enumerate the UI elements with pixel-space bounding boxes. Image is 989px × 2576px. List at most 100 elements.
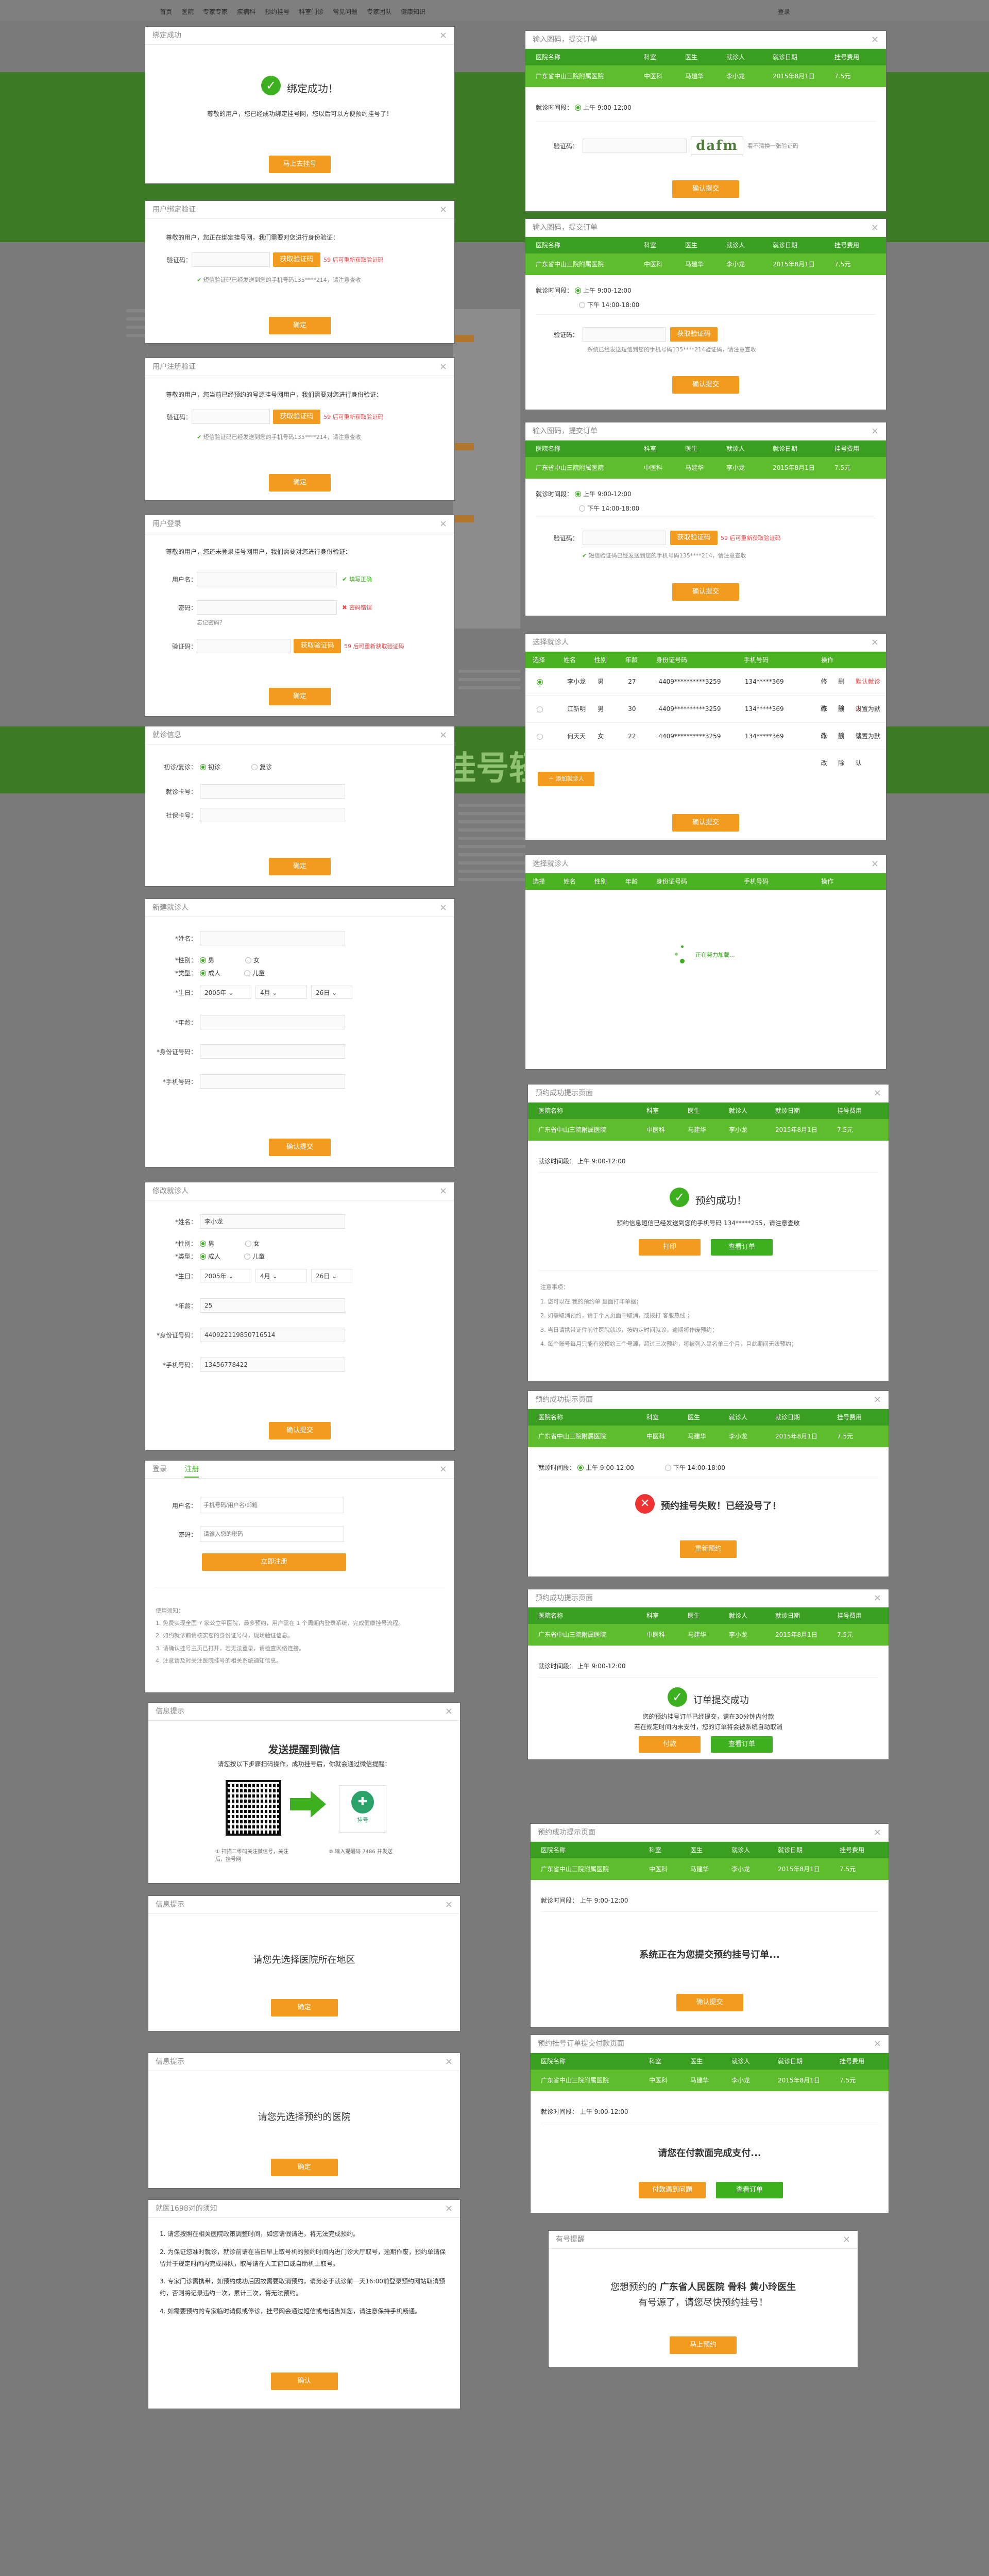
patient-row[interactable]: 李小龙男 27 4409**********3259 134*****369 修改 删除…: [525, 668, 886, 712]
close-icon[interactable]: ×: [445, 1896, 453, 1913]
edit-link[interactable]: 修改: [821, 696, 833, 739]
username-input[interactable]: [200, 1498, 344, 1513]
delete-link[interactable]: 删除: [838, 723, 850, 767]
close-icon[interactable]: ×: [874, 1589, 881, 1607]
get-code-button[interactable]: 获取验证码: [273, 410, 320, 424]
delete-link[interactable]: 删除: [838, 668, 850, 712]
close-icon[interactable]: ×: [439, 358, 447, 376]
phone-input[interactable]: 13456778422: [200, 1358, 345, 1372]
patient-row[interactable]: 何天天 女 22 4409**********3259 134*****369 修改 删除…: [525, 723, 886, 767]
radio-child[interactable]: [244, 1253, 251, 1260]
close-icon[interactable]: ×: [874, 1391, 881, 1409]
close-icon[interactable]: ×: [874, 1084, 881, 1102]
radio-adult[interactable]: [200, 970, 206, 976]
day-select[interactable]: 26日 ⌄: [311, 1269, 352, 1282]
idcard-input[interactable]: 440922119850716514: [200, 1328, 345, 1342]
name-input[interactable]: 李小龙: [200, 1214, 345, 1229]
close-icon[interactable]: ×: [445, 1703, 453, 1720]
submit-button[interactable]: 确认提交: [672, 376, 739, 394]
set-default-link[interactable]: 设置为默认: [856, 723, 886, 767]
phone-input[interactable]: [200, 1074, 345, 1089]
submit-button[interactable]: 确认提交: [672, 180, 739, 198]
view-order-button[interactable]: 查看订单: [711, 1239, 773, 1256]
get-code-button[interactable]: 获取验证码: [294, 639, 341, 653]
radio-child[interactable]: [244, 970, 251, 976]
close-icon[interactable]: ×: [843, 2231, 850, 2248]
edit-link[interactable]: 修改: [821, 668, 833, 712]
close-icon[interactable]: ×: [439, 899, 447, 917]
submit-button[interactable]: 确认提交: [676, 1994, 743, 2011]
day-select[interactable]: 26日 ⌄: [311, 986, 352, 999]
close-icon[interactable]: ×: [439, 515, 447, 533]
confirm-button[interactable]: 确定: [270, 1999, 338, 2016]
view-order-button[interactable]: 查看订单: [711, 1736, 773, 1753]
radio-pm[interactable]: [579, 301, 585, 308]
radio-female[interactable]: [245, 1240, 252, 1247]
go-register-button[interactable]: 马上去挂号: [269, 156, 331, 173]
radio-pm[interactable]: [664, 1464, 671, 1471]
code-input[interactable]: [197, 639, 291, 653]
pay-button[interactable]: 付款: [639, 1736, 701, 1753]
radio-am[interactable]: [575, 104, 582, 111]
close-icon[interactable]: ×: [874, 1824, 881, 1841]
submit-button[interactable]: 确认提交: [269, 1422, 331, 1439]
confirm-button[interactable]: 确定: [269, 474, 331, 492]
confirm-button[interactable]: 确认: [270, 2372, 338, 2390]
tab-login[interactable]: 登录: [152, 1465, 167, 1473]
close-icon[interactable]: ×: [874, 2035, 881, 2053]
get-code-button[interactable]: 获取验证码: [273, 252, 320, 267]
delete-link[interactable]: 删除: [838, 696, 850, 739]
add-patient-button[interactable]: ＋ 添加就诊人: [538, 772, 594, 786]
radio-am[interactable]: [575, 490, 582, 497]
radio-adult[interactable]: [200, 1253, 206, 1260]
patient-row[interactable]: 江新明 男 30 4409**********3259 134*****369 修改 删除…: [525, 696, 886, 739]
close-icon[interactable]: ×: [445, 2053, 453, 2071]
year-select[interactable]: 2005年 ⌄: [200, 986, 251, 999]
close-icon[interactable]: ×: [871, 31, 879, 48]
submit-button[interactable]: 确认提交: [269, 1139, 331, 1156]
month-select[interactable]: 4月 ⌄: [255, 1269, 307, 1282]
radio-pm[interactable]: [579, 505, 585, 512]
rebook-button[interactable]: 重新预约: [680, 1540, 737, 1558]
year-select[interactable]: 2005年 ⌄: [200, 1269, 251, 1282]
code-input[interactable]: [583, 531, 667, 545]
close-icon[interactable]: ×: [439, 1182, 447, 1200]
code-input[interactable]: [583, 139, 687, 153]
radio-male[interactable]: [200, 957, 206, 963]
set-default-link[interactable]: 设置为默认: [856, 696, 886, 739]
age-input[interactable]: 25: [200, 1298, 345, 1313]
print-button[interactable]: 打印: [639, 1239, 701, 1256]
code-input[interactable]: [192, 410, 270, 424]
confirm-button[interactable]: 确定: [269, 858, 331, 875]
code-input[interactable]: [583, 327, 667, 342]
username-input[interactable]: [197, 572, 337, 586]
confirm-button[interactable]: 确定: [270, 2159, 338, 2176]
confirm-button[interactable]: 确定: [269, 317, 331, 334]
close-icon[interactable]: ×: [871, 634, 879, 651]
radio-return-visit[interactable]: [251, 764, 258, 770]
close-icon[interactable]: ×: [439, 1461, 447, 1478]
name-input[interactable]: [200, 931, 345, 945]
social-card-input[interactable]: [200, 808, 345, 822]
radio-am[interactable]: [575, 287, 582, 294]
edit-link[interactable]: 修改: [821, 723, 833, 767]
radio-select-patient[interactable]: [537, 706, 543, 713]
radio-female[interactable]: [245, 957, 252, 963]
submit-button[interactable]: 确认提交: [672, 814, 739, 832]
password-input[interactable]: [200, 1527, 344, 1542]
tab-register[interactable]: 注册: [184, 1465, 199, 1478]
card-input[interactable]: [200, 784, 345, 799]
get-code-button[interactable]: 获取验证码: [670, 531, 718, 545]
radio-select-patient[interactable]: [537, 679, 543, 685]
close-icon[interactable]: ×: [439, 27, 447, 44]
radio-first-visit[interactable]: [200, 764, 206, 770]
code-input[interactable]: [192, 252, 270, 267]
idcard-input[interactable]: [200, 1044, 345, 1059]
close-icon[interactable]: ×: [871, 855, 879, 873]
month-select[interactable]: 4月 ⌄: [255, 986, 307, 999]
refresh-captcha-link[interactable]: 看不清换一张验证码: [747, 142, 798, 150]
age-input[interactable]: [200, 1015, 345, 1029]
register-button[interactable]: 立即注册: [202, 1553, 346, 1571]
confirm-button[interactable]: 确定: [269, 688, 331, 705]
radio-male[interactable]: [200, 1240, 206, 1247]
